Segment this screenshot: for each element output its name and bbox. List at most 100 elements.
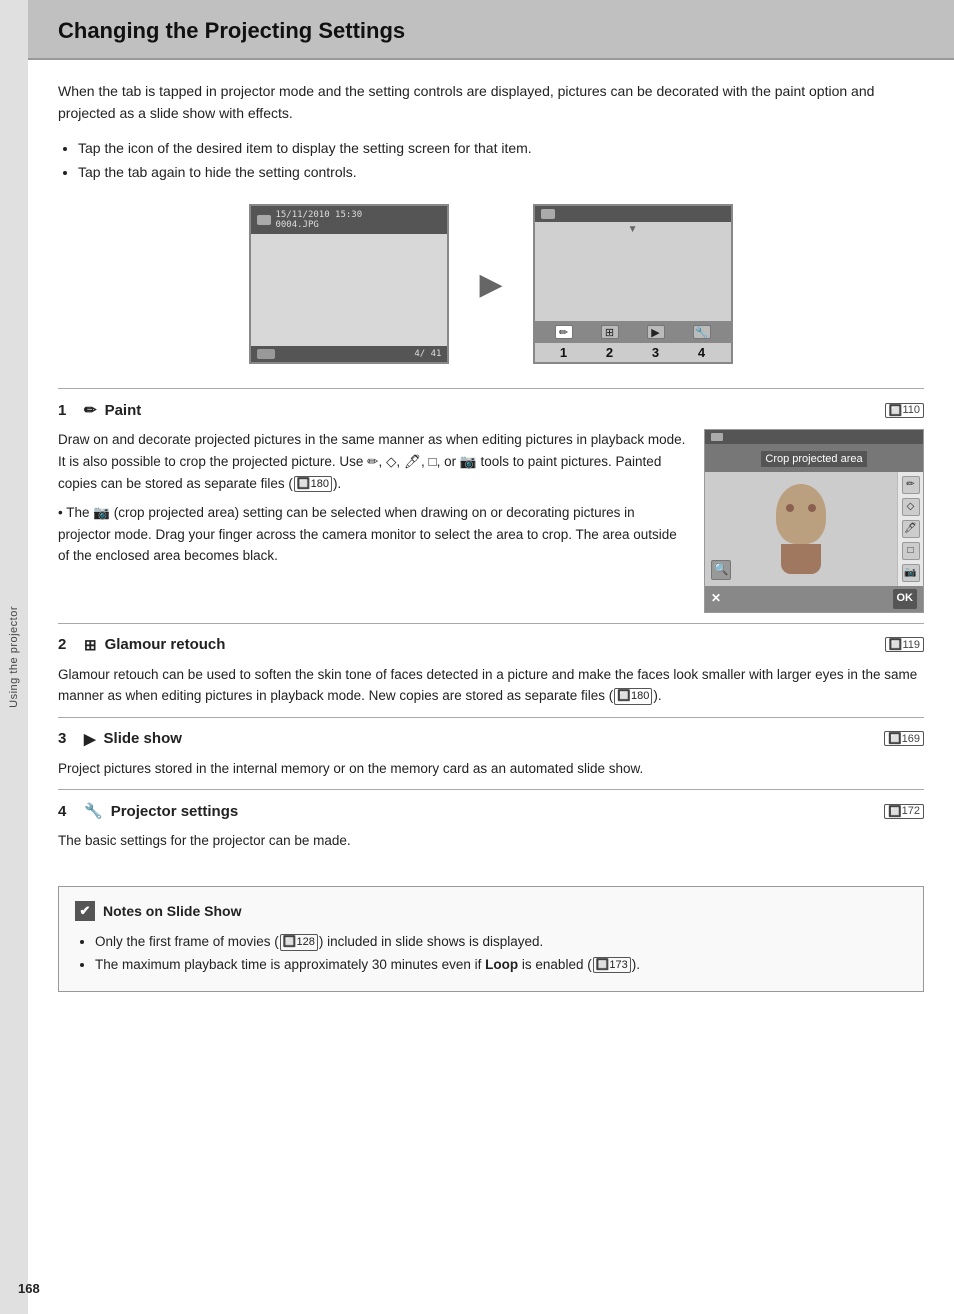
section-2-num: 2 — [58, 636, 76, 653]
section-2-left: 2 ⊞ Glamour retouch — [58, 636, 225, 654]
inline-ref-180b: 🔲 180 — [614, 688, 652, 704]
inline-ref-128: 🔲 128 — [280, 934, 318, 950]
camera-screen-top: 15/11/2010 15:30 0004.JPG — [251, 206, 447, 234]
section-4-left: 4 🔧 Projector settings — [58, 802, 238, 820]
crop-projected-area-image: Crop projected area — [704, 429, 924, 612]
proj-cam-icon — [541, 209, 555, 219]
crop-tool-stamp[interactable]: 🖊 — [902, 520, 920, 538]
arrow-right: ▶ — [479, 267, 502, 302]
crop-title-text: Crop projected area — [761, 451, 866, 467]
loop-bold: Loop — [485, 957, 518, 972]
proj-num-2: 2 — [606, 345, 613, 360]
proj-triangle-icon: ▼ — [628, 224, 638, 235]
crop-img-footer: ✕ OK — [705, 586, 923, 612]
body-figure — [781, 544, 821, 574]
notes-title: Notes on Slide Show — [103, 903, 241, 919]
section-2-para: Glamour retouch can be used to soften th… — [58, 664, 924, 707]
section-1-ref-box: 🔲 110 — [885, 403, 924, 418]
crop-tool-pencil[interactable]: ✏ — [902, 476, 920, 494]
intro-bullets: Tap the icon of the desired item to disp… — [78, 137, 924, 185]
sidebar: Using the projector — [0, 0, 28, 1314]
crop-title-bar: Crop projected area — [705, 444, 923, 472]
settings-icon: 🔧 — [84, 802, 103, 820]
face-circle — [776, 484, 826, 544]
section-2-ref: 🔲 119 — [885, 637, 924, 652]
section-4-header: 4 🔧 Projector settings 🔲 172 — [58, 798, 924, 824]
camera-time: 15/11/2010 15:30 — [275, 210, 362, 220]
section-2-title: Glamour retouch — [105, 636, 226, 653]
section-4-ref: 🔲 172 — [884, 804, 924, 819]
section-4-ref-box: 🔲 172 — [884, 804, 924, 819]
camera-screen-body — [251, 234, 447, 346]
section-3-para: Project pictures stored in the internal … — [58, 758, 924, 780]
notes-list: Only the first frame of movies (🔲 128) i… — [95, 931, 907, 977]
crop-img-main: 🔍 — [705, 472, 897, 586]
proj-num-4: 4 — [698, 345, 705, 360]
section-3-title: Slide show — [104, 730, 182, 747]
slideshow-icon: ▶ — [84, 730, 96, 748]
notes-header: ✔ Notes on Slide Show — [75, 901, 907, 921]
section-4: 4 🔧 Projector settings 🔲 172 The basic s… — [58, 789, 924, 862]
crop-img-top — [705, 430, 923, 444]
proj-icon-2: ⊞ — [601, 325, 619, 339]
section-2-ref-box: 🔲 119 — [885, 637, 924, 652]
proj-icon-3: ▶ — [647, 325, 665, 339]
bullet-1: Tap the icon of the desired item to disp… — [78, 137, 924, 161]
section-1-header: 1 ✏ Paint 🔲 110 — [58, 397, 924, 423]
bullet-2: Tap the tab again to hide the setting co… — [78, 161, 924, 185]
zoom-in-icon[interactable]: 🔍 — [711, 560, 731, 580]
proj-body: ▼ — [535, 222, 731, 321]
camera-small-icon — [257, 215, 271, 225]
section-2-body: Glamour retouch can be used to soften th… — [58, 658, 924, 711]
crop-img-body: 🔍 ✏ ◇ 🖊 □ 📷 — [705, 472, 923, 586]
section-1: 1 ✏ Paint 🔲 110 Draw on and decorate pro… — [58, 388, 924, 622]
page-title: Changing the Projecting Settings — [58, 18, 924, 44]
proj-icon-4: 🔧 — [693, 325, 711, 339]
crop-ok-button[interactable]: OK — [893, 589, 918, 609]
page-header: Changing the Projecting Settings — [28, 0, 954, 60]
crop-tool-crop[interactable]: 📷 — [902, 564, 920, 582]
proj-indicator: ▼ — [535, 222, 731, 235]
camera-filename: 0004.JPG — [275, 220, 362, 230]
crop-img-sidebar: ✏ ◇ 🖊 □ 📷 — [897, 472, 923, 586]
inline-ref-173: 🔲 173 — [593, 957, 631, 973]
crop-cam-icon — [711, 433, 723, 441]
section-2: 2 ⊞ Glamour retouch 🔲 119 Glamour retouc… — [58, 623, 924, 717]
content-area: When the tab is tapped in projector mode… — [28, 60, 954, 1012]
number-labels: 1 2 3 4 — [535, 343, 731, 362]
camera-btn — [257, 349, 275, 359]
main-content: Changing the Projecting Settings When th… — [28, 0, 954, 1314]
section-1-text-col: Draw on and decorate projected pictures … — [58, 429, 688, 567]
face-figure — [776, 484, 826, 574]
crop-tool-diamond[interactable]: ◇ — [902, 498, 920, 516]
notes-checkmark-icon: ✔ — [75, 901, 95, 921]
camera-screen-bottom: 4/ 41 — [251, 346, 447, 362]
proj-num-3: 3 — [652, 345, 659, 360]
sidebar-label: Using the projector — [8, 606, 20, 708]
proj-icon-1: ✏ — [555, 325, 573, 339]
notes-bullet-2: The maximum playback time is approximate… — [95, 954, 907, 977]
section-1-title: Paint — [105, 402, 142, 419]
notes-section: ✔ Notes on Slide Show Only the first fra… — [58, 886, 924, 992]
projector-screen-after: ▼ ✏ ⊞ ▶ 🔧 1 2 3 4 — [533, 204, 733, 364]
section-4-num: 4 — [58, 803, 76, 820]
camera-counter: 4/ 41 — [414, 349, 441, 359]
section-1-num: 1 — [58, 402, 76, 419]
page-number: 168 — [18, 1281, 40, 1296]
proj-top — [535, 206, 731, 222]
crop-cancel-icon[interactable]: ✕ — [711, 589, 721, 608]
section-1-para-1: Draw on and decorate projected pictures … — [58, 429, 688, 494]
section-3-header: 3 ▶ Slide show 🔲 169 — [58, 726, 924, 752]
section-3-left: 3 ▶ Slide show — [58, 730, 182, 748]
section-3-num: 3 — [58, 730, 76, 747]
section-1-left: 1 ✏ Paint — [58, 401, 141, 419]
diagram-area: 15/11/2010 15:30 0004.JPG 4/ 41 ▶ — [58, 204, 924, 364]
section-1-para-2: • The 📷 (crop projected area) setting ca… — [58, 502, 688, 567]
section-3: 3 ▶ Slide show 🔲 169 Project pictures st… — [58, 717, 924, 790]
intro-paragraph: When the tab is tapped in projector mode… — [58, 80, 924, 125]
section-2-header: 2 ⊞ Glamour retouch 🔲 119 — [58, 632, 924, 658]
crop-tool-rect[interactable]: □ — [902, 542, 920, 560]
section-1-body: Draw on and decorate projected pictures … — [58, 423, 924, 616]
section-3-ref: 🔲 169 — [884, 731, 924, 746]
inline-ref-180a: 🔲 180 — [294, 476, 332, 492]
